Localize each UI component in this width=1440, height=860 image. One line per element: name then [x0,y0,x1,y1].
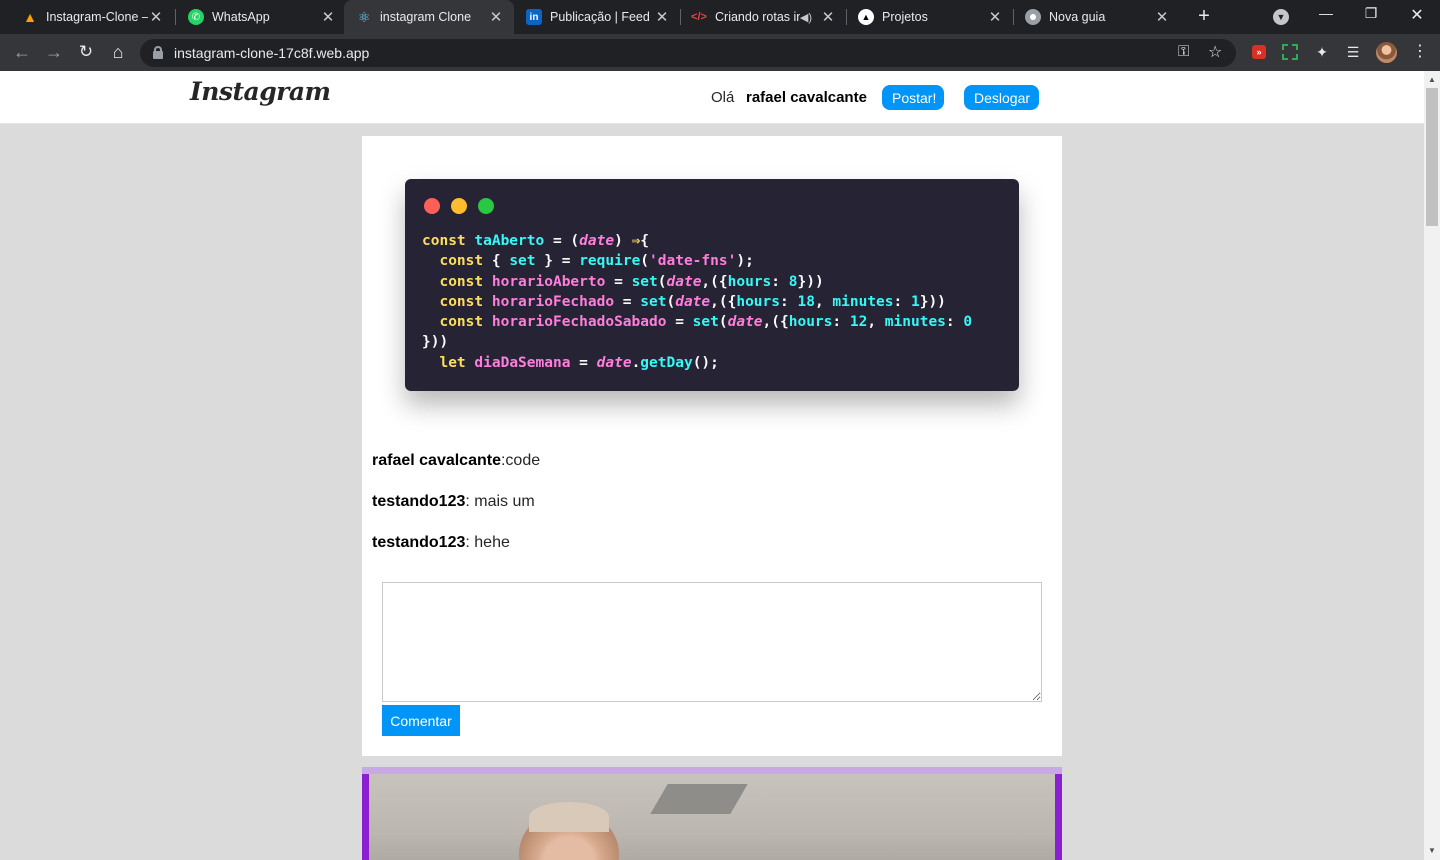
close-tab-icon[interactable]: ✕ [987,8,1003,26]
page-scrollbar[interactable]: ▲ ▼ [1424,71,1440,860]
extensions-puzzle-icon[interactable]: ✦ [1313,43,1331,61]
close-tab-icon[interactable]: ✕ [820,8,836,26]
comment-text: : hehe [465,534,510,551]
username-text: rafael cavalcante [746,89,867,106]
code-line: const { set } = require('date-fns'); [439,253,754,270]
forward-icon[interactable]: → [42,41,66,65]
new-tab-icon[interactable]: + [1194,6,1214,26]
comment-text: :code [500,452,541,469]
code-line: const horarioFechadoSabado = set(date,({… [439,314,973,331]
close-window-icon[interactable]: ✕ [1407,5,1427,25]
triangle-icon: ▲ [858,9,874,25]
audio-playing-icon[interactable]: ◀) [800,11,812,24]
browser-tab-6[interactable]: Nova guia ✕ [1014,0,1180,34]
close-tab-icon[interactable]: ✕ [320,8,336,26]
scrollbar-thumb[interactable] [1426,88,1438,226]
photo-content [369,774,1055,860]
tab-title: Criando rotas in [715,10,800,24]
code-snippet: const taAberto = (date) ⇒{ const { set }… [422,231,972,373]
comment-author[interactable]: testando123 [372,493,465,510]
home-icon[interactable]: ⌂ [106,41,130,65]
post-image: const taAberto = (date) ⇒{ const { set }… [405,179,1019,391]
comment-item: testando123: mais um [372,493,535,511]
chrome-icon [1025,9,1041,25]
instagram-logo[interactable]: Instagram [190,77,331,106]
profile-avatar[interactable] [1376,42,1397,63]
browser-tab-1[interactable]: ✆ WhatsApp ✕ [176,0,346,34]
extension-dashed-icon[interactable] [1282,44,1298,60]
restore-icon[interactable]: ❐ [1361,5,1381,22]
tab-title: Instagram-Clone – I [46,10,148,24]
comment-text: : mais um [465,493,535,510]
tab-title: Projetos [882,10,928,24]
key-icon[interactable]: ⚿ [1178,43,1189,60]
next-post-image [362,767,1062,860]
tab-title: instagram Clone [380,10,472,24]
close-tab-icon[interactable]: ✕ [148,8,164,26]
comment-item: testando123: hehe [372,534,510,552]
firebase-icon: ▲ [23,9,37,25]
browser-tab-4[interactable]: </> Criando rotas in ◀) ✕ [681,0,846,34]
code-line: const horarioFechado = set(date,({hours:… [439,293,946,310]
code-line: let diaDaSemana = date.getDay(); [439,354,719,371]
comment-author[interactable]: testando123 [372,534,465,551]
site-header: Instagram Olá rafael cavalcante Postar! … [0,71,1424,124]
browser-tab-2[interactable]: ⚛ instagram Clone ✕ [344,0,514,34]
tab-title: Publicação | Feed | [550,10,654,24]
browser-tabstrip: ▲ Instagram-Clone – I ✕ ✆ WhatsApp ✕ ⚛ i… [0,0,1440,34]
greeting-text: Olá [711,89,735,106]
close-tab-icon[interactable]: ✕ [654,8,670,26]
page-viewport: Instagram Olá rafael cavalcante Postar! … [0,71,1424,860]
tab-title: Nova guia [1049,10,1106,24]
person-hair [529,802,609,832]
window-dot-red [424,198,440,214]
browser-menu-icon[interactable]: ⋮ [1412,42,1428,62]
ceiling-panel [650,784,748,814]
code-icon: </> [691,11,707,23]
image-border-strip [362,767,1062,774]
tab-search-icon[interactable]: ▼ [1273,9,1289,25]
code-line: const horarioAberto = set(date,({hours: … [439,273,824,290]
browser-tab-3[interactable]: in Publicação | Feed | ✕ [514,0,680,34]
post-button[interactable]: Postar! [882,85,944,110]
comment-item: rafael cavalcante:code [372,452,540,470]
minimize-icon[interactable]: — [1316,5,1336,21]
reading-list-icon[interactable]: ☰ [1344,43,1362,61]
browser-tab-5[interactable]: ▲ Projetos ✕ [847,0,1013,34]
browser-toolbar: ← → ↻ ⌂ instagram-clone-17c8f.web.app ⚿ … [0,34,1440,71]
code-line: })) [422,334,449,351]
post-card: const taAberto = (date) ⇒{ const { set }… [362,136,1062,756]
comment-input[interactable] [382,582,1042,702]
scroll-down-arrow-icon[interactable]: ▼ [1424,846,1440,855]
close-tab-icon[interactable]: ✕ [488,8,504,26]
whatsapp-icon: ✆ [188,9,204,25]
lock-icon[interactable] [153,46,163,59]
browser-tab-0[interactable]: ▲ Instagram-Clone – I ✕ [0,0,174,34]
window-dot-green [478,198,494,214]
close-tab-icon[interactable]: ✕ [1154,8,1170,26]
address-bar[interactable]: instagram-clone-17c8f.web.app ⚿ ☆ [140,39,1236,67]
extension-red-icon[interactable]: » [1252,45,1266,59]
window-dot-yellow [451,198,467,214]
linkedin-icon: in [526,9,542,25]
url-text[interactable]: instagram-clone-17c8f.web.app [174,45,369,61]
reload-icon[interactable]: ↻ [74,41,98,65]
logout-button[interactable]: Deslogar [964,85,1039,110]
scroll-up-arrow-icon[interactable]: ▲ [1424,75,1440,84]
tab-title: WhatsApp [212,10,270,24]
back-icon[interactable]: ← [10,41,34,65]
bookmark-star-icon[interactable]: ☆ [1208,42,1222,62]
comment-author[interactable]: rafael cavalcante [372,452,501,469]
react-icon: ⚛ [357,8,371,25]
comment-button[interactable]: Comentar [382,705,460,736]
code-line: const taAberto = (date) ⇒{ [422,233,650,249]
